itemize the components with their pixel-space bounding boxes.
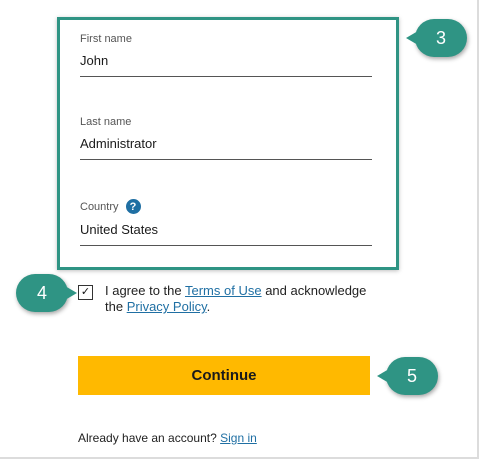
continue-button[interactable]: Continue — [78, 356, 370, 395]
callout-step-5-badge: 5 — [377, 357, 438, 395]
agreement-text-before: I agree to the — [105, 283, 185, 298]
country-label-row: Country ? — [80, 199, 372, 214]
agreement-text: I agree to the Terms of Use and acknowle… — [105, 283, 388, 315]
callout-step-4: 4 — [16, 274, 77, 312]
signin-prompt: Already have an account? — [78, 431, 221, 445]
callout-step-3-badge: 3 — [406, 19, 467, 57]
privacy-policy-link[interactable]: Privacy Policy — [127, 299, 207, 314]
last-name-label: Last name — [80, 116, 132, 128]
last-name-field[interactable]: Last name Administrator — [80, 116, 372, 160]
highlighted-form-fields: First name John Last name Administrator … — [57, 17, 399, 270]
country-label: Country — [80, 200, 119, 213]
agreement-row: ✓ I agree to the Terms of Use and acknow… — [78, 283, 388, 315]
signin-row: Already have an account? Sign in — [78, 431, 257, 445]
help-icon[interactable]: ? — [125, 199, 141, 214]
first-name-value[interactable]: John — [80, 53, 372, 76]
sign-in-link[interactable]: Sign in — [220, 431, 257, 445]
callout-step-3: 3 — [406, 19, 467, 57]
agreement-text-after: . — [206, 299, 211, 314]
callout-step-5: 5 — [377, 357, 438, 395]
terms-of-use-link[interactable]: Terms of Use — [185, 283, 262, 298]
last-name-value[interactable]: Administrator — [80, 136, 372, 159]
agree-checkbox[interactable]: ✓ — [78, 285, 93, 300]
first-name-label: First name — [80, 33, 132, 45]
callout-step-4-badge: 4 — [16, 274, 77, 312]
first-name-field[interactable]: First name John — [80, 33, 372, 77]
country-field[interactable]: Country ? United States — [80, 199, 372, 246]
country-value[interactable]: United States — [80, 222, 372, 245]
